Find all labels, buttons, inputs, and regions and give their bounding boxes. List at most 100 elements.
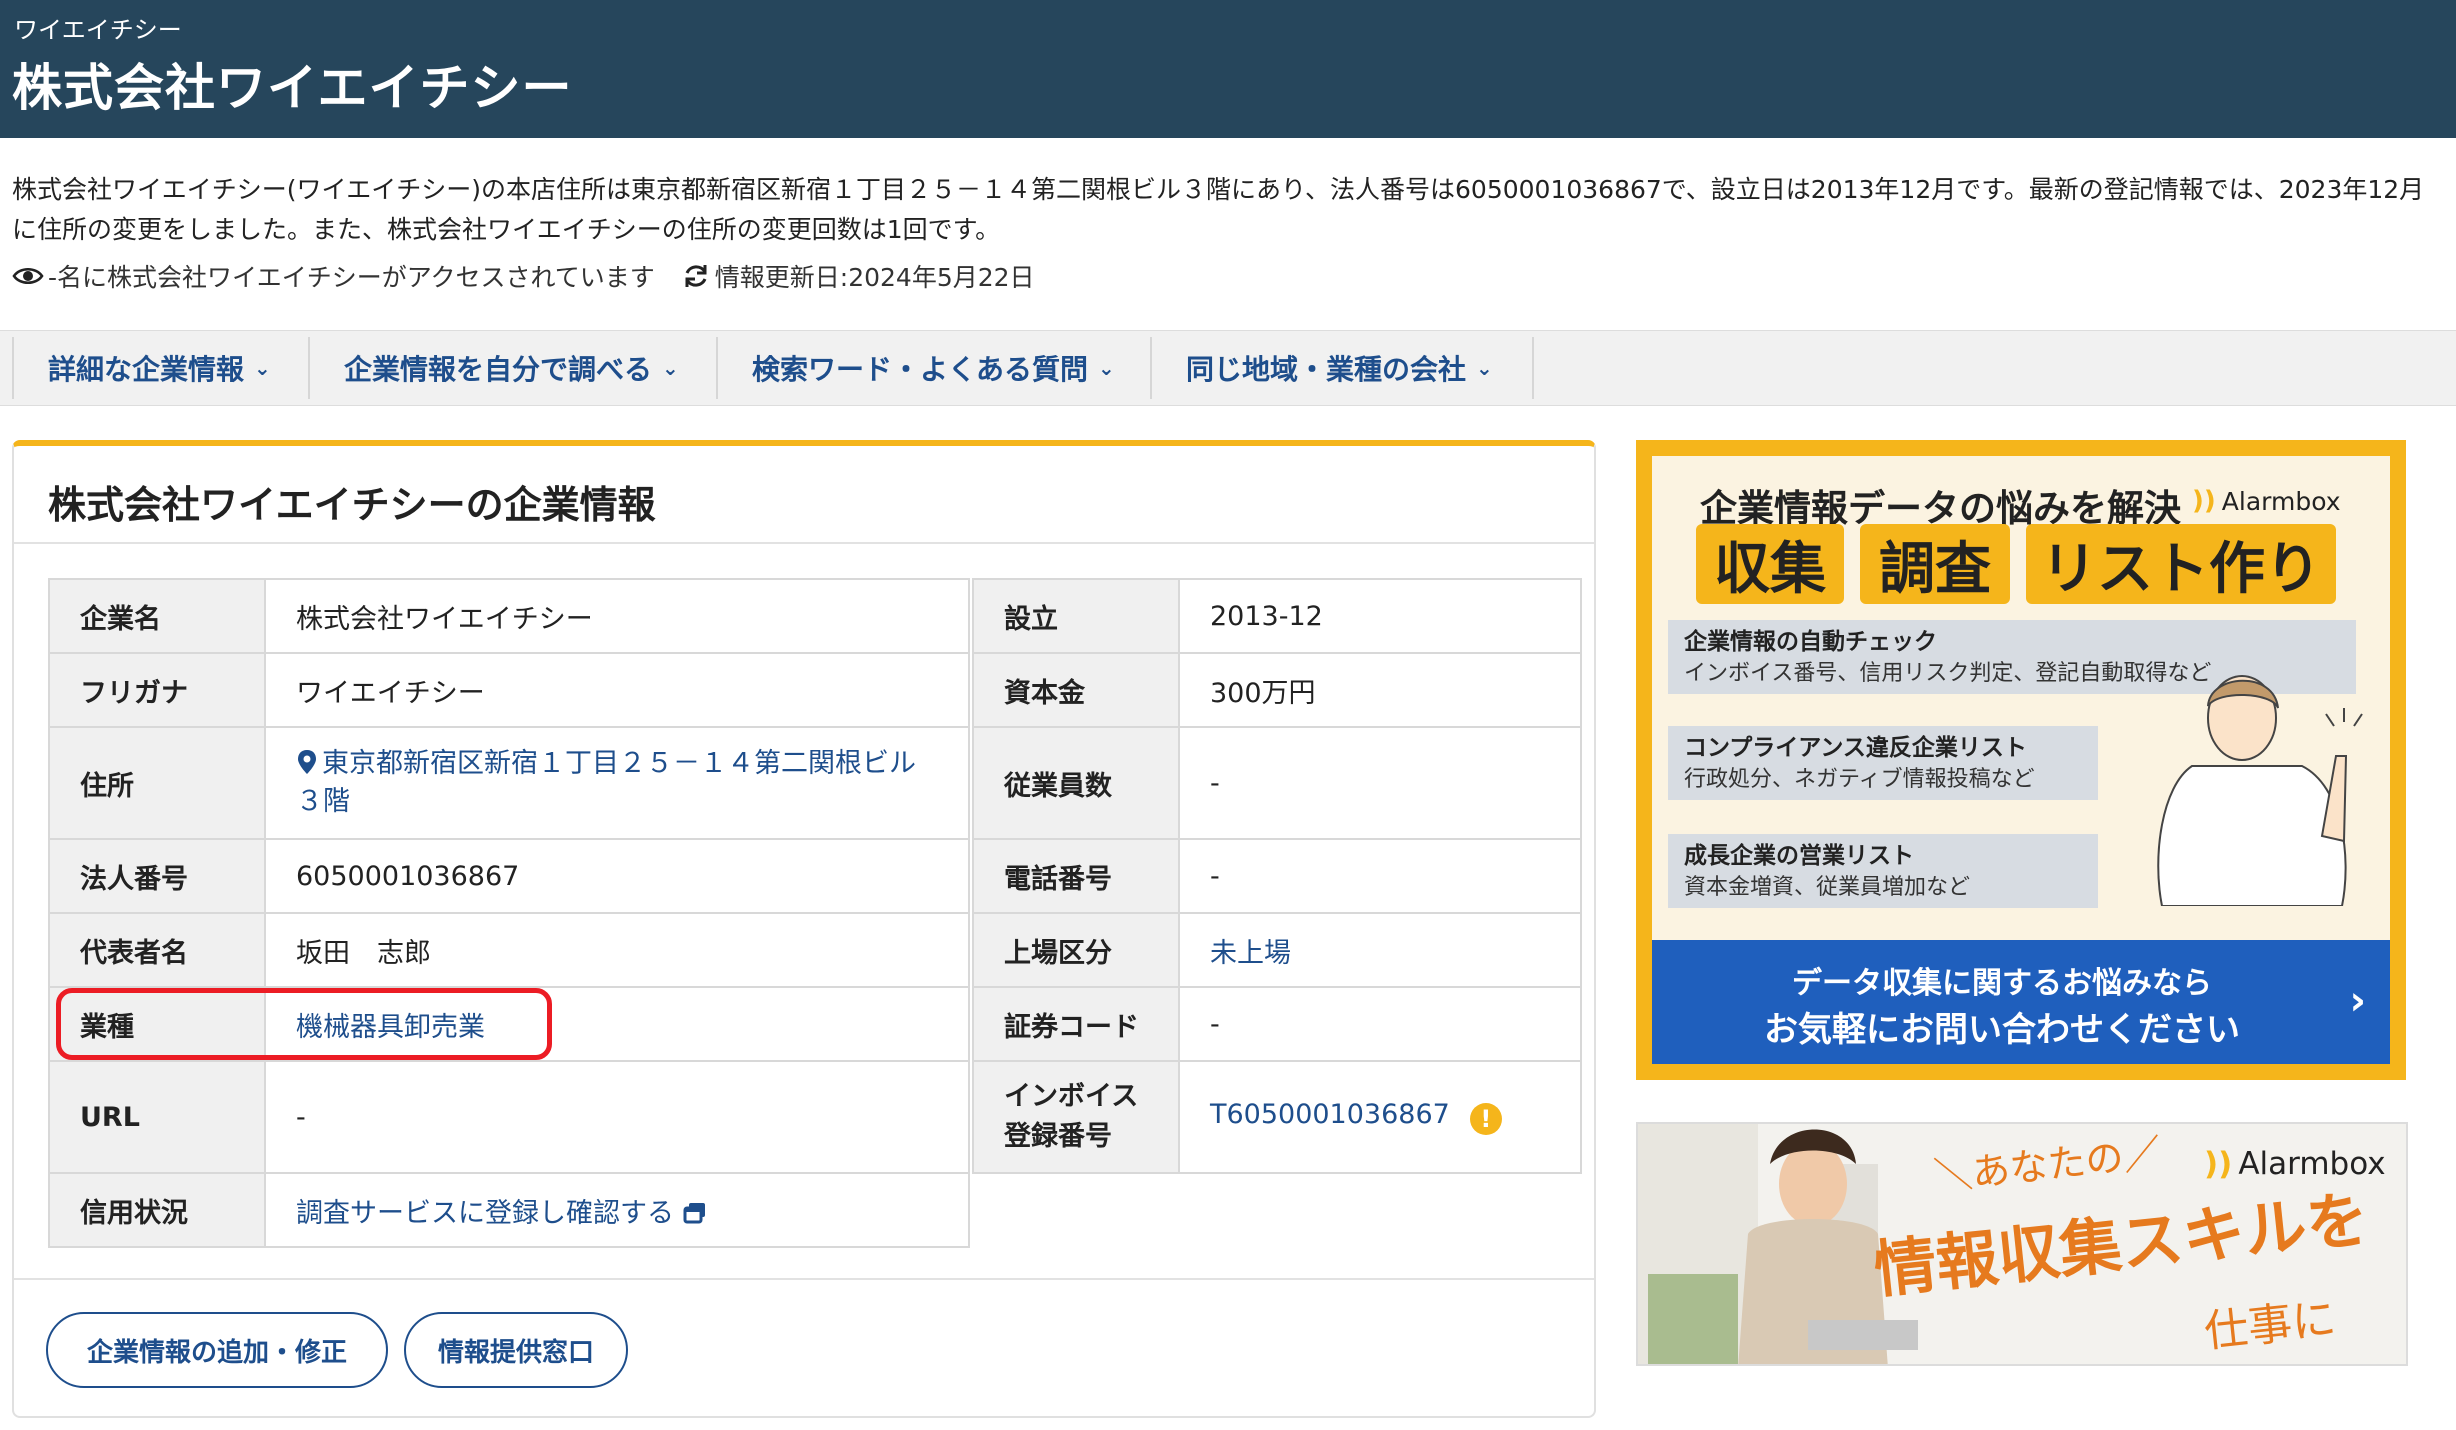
credit-check-text: 調査サービスに登録し確認する [296,1197,674,1229]
table-row: 資本金 300万円 [972,652,1582,728]
table-row: 上場区分 未上場 [972,912,1582,988]
nav-detailed-info[interactable]: 詳細な企業情報 ⌄ [12,337,308,399]
invoice-number-link[interactable]: T6050001036867 [1210,1099,1450,1130]
row-key: 法人番号 [48,838,266,914]
warning-icon[interactable]: ! [1469,1103,1502,1135]
nav-similar-companies[interactable]: 同じ地域・業種の会社 ⌄ [1150,337,1534,399]
table-row: 代表者名 坂田 志郎 [48,912,970,988]
row-value: - [1178,838,1582,914]
address-cell: 東京都新宿区新宿１丁目２５－１４第二関根ビル３階 [264,726,970,840]
ad-feature: 成長企業の営業リスト 資本金増資、従業員増加など [1668,834,2098,908]
row-key: 住所 [48,726,266,840]
ad-keyword-box: リスト作り [2026,524,2336,604]
nav-self-research[interactable]: 企業情報を自分で調べる ⌄ [308,337,716,399]
row-key: 信用状況 [48,1172,266,1248]
ad-brand: )) Alarmbox [2192,486,2341,516]
row-key: 証券コード [972,986,1180,1062]
feature-title: 成長企業の営業リスト [1684,843,1914,869]
company-info-table-left: 企業名 株式会社ワイエイチシー フリガナ ワイエイチシー 住所 東京都新宿区新宿… [48,578,970,1248]
nav-search-faq[interactable]: 検索ワード・よくある質問 ⌄ [716,337,1150,399]
table-row: URL - [48,1060,970,1174]
row-value: 調査サービスに登録し確認する [264,1172,970,1248]
cta-line2: お気軽にお問い合わせください [1764,1010,2240,1050]
company-description: 株式会社ワイエイチシー(ワイエイチシー)の本店住所は東京都新宿区新宿１丁目２５－… [12,175,2425,244]
feature-title: コンプライアンス違反企業リスト [1684,735,2027,761]
eye-icon [12,267,44,285]
address-text: 東京都新宿区新宿１丁目２５－１４第二関根ビル３階 [296,748,916,817]
company-info-table-right: 設立 2013-12 資本金 300万円 従業員数 - 電話番号 - 上場区分 … [972,578,1582,1174]
row-value: - [264,1060,970,1174]
table-row: 法人番号 6050001036867 [48,838,970,914]
feature-desc: 行政処分、ネガティブ情報投稿など [1684,767,2035,792]
alarmbox-skill-ad[interactable]: )) Alarmbox ＼あなたの／ 情報収集スキルを 仕事に [1636,1122,2408,1366]
info-contact-button[interactable]: 情報提供窓口 [404,1312,628,1388]
row-value: 株式会社ワイエイチシー [264,578,970,654]
table-row: 設立 2013-12 [972,578,1582,654]
table-row: 業種 機械器具卸売業 [48,986,970,1062]
chevron-right-icon: › [2349,978,2366,1024]
cta-line1: データ収集に関するお悩みなら [1792,966,2212,1001]
ad-keyword-box: 調査 [1860,524,2010,604]
ad-contact-cta[interactable]: データ収集に関するお悩みなら お気軽にお問い合わせください › [1652,940,2390,1064]
row-value: - [1178,986,1582,1062]
section-nav: 詳細な企業情報 ⌄ 企業情報を自分で調べる ⌄ 検索ワード・よくある質問 ⌄ 同じ地域… [0,330,2456,406]
row-value: 未上場 [1178,912,1582,988]
feature-desc: 資本金増資、従業員増加など [1684,875,1971,900]
nav-label: 検索ワード・よくある質問 [752,353,1089,386]
table-row: インボイス登録番号 T6050001036867! [972,1060,1582,1174]
row-value: 2013-12 [1178,578,1582,654]
chevron-down-icon: ⌄ [662,356,679,380]
row-key: 企業名 [48,578,266,654]
map-pin-icon [298,750,316,774]
table-row: 企業名 株式会社ワイエイチシー [48,578,970,654]
row-key: 電話番号 [972,838,1180,914]
divider [14,1278,1594,1280]
page-header: ワイエイチシー 株式会社ワイエイチシー [0,0,2456,138]
row-value: - [1178,726,1582,840]
card-title: 株式会社ワイエイチシーの企業情報 [48,483,656,527]
page-title: 株式会社ワイエイチシー [12,59,573,117]
table-row: 住所 東京都新宿区新宿１丁目２５－１４第二関根ビル３階 [48,726,970,840]
address-link[interactable]: 東京都新宿区新宿１丁目２５－１４第二関根ビル３階 [296,748,916,817]
row-key: 設立 [972,578,1180,654]
company-info-card: 株式会社ワイエイチシーの企業情報 企業名 株式会社ワイエイチシー フリガナ ワイ… [12,440,1596,1418]
person-illustration [2157,675,2363,906]
access-count-text: -名に株式会社ワイエイチシーがアクセスされています [48,263,655,292]
row-value: 機械器具卸売業 [264,986,970,1062]
table-row: 証券コード - [972,986,1582,1062]
credit-check-link[interactable]: 調査サービスに登録し確認する [296,1198,708,1229]
table-row: 従業員数 - [972,726,1582,840]
chevron-down-icon: ⌄ [1098,356,1115,380]
row-value: 6050001036867 [264,838,970,914]
brand-name: Alarmbox [2221,486,2341,516]
chevron-down-icon: ⌄ [254,356,271,380]
edit-company-info-button[interactable]: 企業情報の追加・修正 [46,1312,388,1388]
nav-label: 企業情報を自分で調べる [344,353,653,386]
ad-inner: 企業情報データの悩みを解決 )) Alarmbox 収集 調査 リスト作り 企業情… [1652,456,2390,1064]
row-key: 上場区分 [972,912,1180,988]
table-row: 信用状況 調査サービスに登録し確認する [48,1172,970,1248]
industry-link[interactable]: 機械器具卸売業 [296,1012,485,1043]
page-meta: -名に株式会社ワイエイチシーがアクセスされています 情報更新日:2024年5月2… [12,258,1035,294]
row-key: 業種 [48,986,266,1062]
ad-keyword-box: 収集 [1696,524,1844,604]
row-value: T6050001036867! [1178,1060,1582,1174]
nav-label: 詳細な企業情報 [48,353,245,386]
row-key: 代表者名 [48,912,266,988]
table-row: フリガナ ワイエイチシー [48,652,970,728]
row-value: ワイエイチシー [264,652,970,728]
divider [14,542,1594,544]
row-value: 300万円 [1178,652,1582,728]
alarmbox-ad-banner[interactable]: 企業情報データの悩みを解決 )) Alarmbox 収集 調査 リスト作り 企業情… [1636,440,2406,1080]
listing-status-link[interactable]: 未上場 [1210,938,1291,969]
ad-feature: コンプライアンス違反企業リスト 行政処分、ネガティブ情報投稿など [1668,726,2098,800]
table-row: 電話番号 - [972,838,1582,914]
row-key: フリガナ [48,652,266,728]
row-key: インボイス登録番号 [972,1060,1180,1174]
row-value: 坂田 志郎 [264,912,970,988]
row-key: 従業員数 [972,726,1180,840]
company-kana: ワイエイチシー [14,16,182,44]
nav-label: 同じ地域・業種の会社 [1186,353,1467,386]
alarmbox-logo-icon: )) [2204,1146,2233,1182]
external-window-icon [683,1202,705,1223]
